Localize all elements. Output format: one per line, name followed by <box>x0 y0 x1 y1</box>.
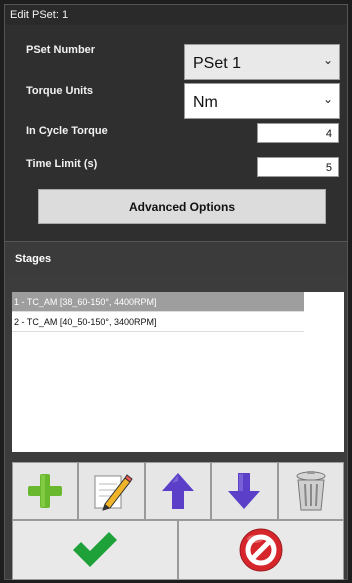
add-stage-button[interactable] <box>12 462 79 520</box>
pset-number-value: PSet 1 <box>193 55 242 72</box>
confirm-button[interactable] <box>12 520 178 580</box>
move-up-icon <box>162 473 195 509</box>
stage-toolbar <box>12 462 345 520</box>
pset-form: PSet Number PSet 1 ⌄ Torque Units Nm ⌄ I… <box>5 25 347 243</box>
list-item[interactable]: 1 - TC_AM [38_60-150°, 4400RPM] <box>12 292 304 312</box>
list-item[interactable]: 2 - TC_AM [40_50-150°, 3400RPM] <box>12 312 304 332</box>
torque-units-label: Torque Units <box>26 85 94 97</box>
edit-stage-button[interactable] <box>78 462 145 520</box>
chevron-down-icon: ⌄ <box>322 53 333 67</box>
delete-stage-button[interactable] <box>277 462 345 520</box>
time-limit-label: Time Limit (s) <box>26 158 98 170</box>
cancel-button[interactable] <box>178 520 344 580</box>
torque-units-value: Nm <box>193 94 218 111</box>
in-cycle-torque-label: In Cycle Torque <box>26 125 108 137</box>
stages-header: Stages <box>5 241 347 277</box>
advanced-options-button[interactable]: Advanced Options <box>38 189 326 224</box>
cancel-icon <box>239 528 283 572</box>
pset-number-label: PSet Number <box>26 44 96 56</box>
pset-number-select[interactable]: PSet 1 ⌄ <box>184 44 340 80</box>
edit-icon <box>94 474 133 511</box>
torque-units-select[interactable]: Nm ⌄ <box>184 83 340 119</box>
window-title: Edit PSet: 1 <box>5 5 347 25</box>
add-icon <box>28 474 63 508</box>
time-limit-input[interactable]: 5 <box>257 157 339 177</box>
move-down-icon <box>228 473 261 509</box>
stage-list[interactable]: 1 - TC_AM [38_60-150°, 4400RPM] 2 - TC_A… <box>12 292 344 452</box>
move-up-button[interactable] <box>144 462 212 520</box>
chevron-down-icon: ⌄ <box>322 92 333 106</box>
checkmark-icon <box>73 532 117 567</box>
delete-icon <box>296 471 326 511</box>
action-bar <box>12 520 344 580</box>
in-cycle-torque-input[interactable]: 4 <box>257 123 339 143</box>
edit-pset-dialog: Edit PSet: 1 PSet Number PSet 1 ⌄ Torque… <box>4 4 348 580</box>
move-down-button[interactable] <box>211 462 278 520</box>
